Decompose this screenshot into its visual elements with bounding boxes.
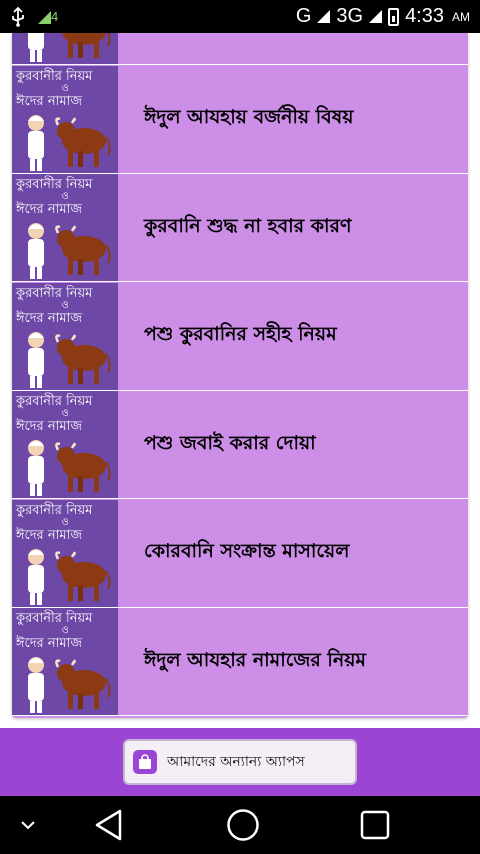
thumbnail-art xyxy=(28,657,111,713)
list-item-thumbnail: কুরবানীর নিয়মওঈদের নামাজ xyxy=(12,499,118,607)
thumbnail-art xyxy=(28,440,111,496)
home-circle-icon xyxy=(227,809,259,841)
navigation-bar xyxy=(0,796,480,854)
thumbnail-art xyxy=(28,33,111,62)
thumbnail-title-line1: কুরবানীর নিয়ম xyxy=(16,611,93,626)
list-item-label: ঈদুল আযহার নামাজের নিয়ম xyxy=(144,648,366,671)
list-item-label: কুরবানি শুদ্ধ না হবার কারণ xyxy=(144,214,352,237)
network-3g-label: 3G xyxy=(336,5,364,27)
clock: 4:33 xyxy=(405,5,444,27)
chevron-down-icon xyxy=(21,821,35,830)
hide-keyboard-button[interactable] xyxy=(8,796,48,854)
thumbnail-art xyxy=(28,548,111,605)
thumbnail-title-line1: কুরবানীর নিয়ম xyxy=(16,285,93,301)
bottom-action-bar: আমাদের অন্যান্য অ্যাপস xyxy=(0,728,480,796)
list-item[interactable]: কুরবানীর নিয়ম ও ঈদের নামাজ কোরবানি সংক্রা… xyxy=(12,499,468,608)
thumbnail-title-line2: ঈদের নামাজ xyxy=(16,202,82,217)
list-item[interactable]: কুরবানীর নিয়ম ও ঈদের নামাজ ঈদুল আযহায় বর… xyxy=(12,65,468,174)
list-item-label xyxy=(118,33,468,64)
topic-list[interactable]: কুরবানীর নিয়মওঈদের নামাজ কুরবানীর নিয়ম… xyxy=(12,33,468,718)
list-item-thumbnail: কুরবানীর নিয়মওঈদের নামাজ xyxy=(12,608,118,715)
thumbnail-and: ও xyxy=(61,516,69,528)
list-item-label: ঈদুল আযহায় বর্জনীয় বিষয় xyxy=(144,106,354,128)
signal-icon-2 xyxy=(369,10,383,23)
list-item-label: কোরবানি সংক্রান্ত মাসায়েল xyxy=(144,540,350,562)
list-item-thumbnail: কুরবানীর নিয়মওঈদের নামাজ xyxy=(12,65,118,173)
thumbnail-art xyxy=(28,331,111,388)
thumbnail-title-line1: কুরবানীর নিয়ম xyxy=(16,68,93,84)
thumbnail-title-line1: কুরবানীর নিয়ম xyxy=(16,177,93,192)
list-item-thumbnail: কুরবানীর নিয়মওঈদের নামাজ xyxy=(12,33,118,64)
list-item[interactable]: কুরবানীর নিয়ম ও ঈদের নামাজ কুরবানি শুদ্ধ … xyxy=(12,174,468,282)
thumbnail-title-line2: ঈদের নামাজ xyxy=(16,93,82,109)
thumbnail-art xyxy=(28,114,111,171)
list-item[interactable]: কুরবানীর নিয়মওঈদের নামাজ xyxy=(12,33,468,65)
thumbnail-title-line2: ঈদের নামাজ xyxy=(16,419,82,434)
usb-icon xyxy=(12,6,24,27)
thumbnail-and: ও xyxy=(61,191,69,202)
other-apps-label: আমাদের অন্যান্য অ্যাপস xyxy=(167,754,305,770)
list-item[interactable]: কুরবানীর নিয়ম ও ঈদের নামাজ পশু কুরবানির স… xyxy=(12,282,468,391)
status-bar: 4 G 3G 4:33 AM xyxy=(0,0,480,33)
home-button[interactable] xyxy=(218,796,268,854)
list-item[interactable]: কুরবানীর নিয়ম ও ঈদের নামাজ পশু জবাই করার … xyxy=(12,391,468,499)
back-triangle-icon xyxy=(95,809,122,841)
recents-button[interactable] xyxy=(350,796,400,854)
signal-badge-icon: 4 xyxy=(38,9,58,24)
thumbnail-and: ও xyxy=(61,82,69,94)
clock-ampm: AM xyxy=(452,9,470,24)
list-item[interactable]: কুরবানীর নিয়ম ও ঈদের নামাজ ঈদুল আযহার নাম… xyxy=(12,608,468,716)
other-apps-button[interactable]: আমাদের অন্যান্য অ্যাপস xyxy=(123,739,357,785)
list-item-thumbnail: কুরবানীর নিয়মওঈদের নামাজ xyxy=(12,174,118,281)
system-status: G 3G 4:33 AM xyxy=(296,5,470,28)
thumbnail-title-line2: ঈদের নামাজ xyxy=(16,527,82,543)
network-g-label: G xyxy=(295,5,312,27)
thumbnail-and: ও xyxy=(61,299,69,311)
list-item-label: পশু কুরবানির সহীহ নিয়ম xyxy=(144,323,337,345)
recents-square-icon xyxy=(360,810,390,840)
signal-icon xyxy=(317,10,331,23)
thumbnail-title-line1: কুরবানীর নিয়ম xyxy=(16,502,93,518)
back-button[interactable] xyxy=(84,796,134,854)
content-area: কুরবানীর নিয়মওঈদের নামাজ কুরবানীর নিয়ম… xyxy=(0,33,480,728)
thumbnail-title-line2: ঈদের নামাজ xyxy=(16,636,82,651)
thumbnail-art xyxy=(28,223,111,279)
battery-icon xyxy=(388,7,400,26)
list-item-thumbnail: কুরবানীর নিয়মওঈদের নামাজ xyxy=(12,282,118,390)
list-item-label: পশু জবাই করার দোয়া xyxy=(144,431,316,454)
thumbnail-title-line1: কুরবানীর নিয়ম xyxy=(16,394,93,409)
shopping-bag-icon xyxy=(133,750,157,774)
notification-icons: 4 xyxy=(10,6,58,27)
thumbnail-and: ও xyxy=(61,408,69,419)
thumbnail-and: ও xyxy=(61,625,69,636)
thumbnail-title-line2: ঈদের নামাজ xyxy=(16,310,82,326)
list-item-thumbnail: কুরবানীর নিয়মওঈদের নামাজ xyxy=(12,391,118,498)
